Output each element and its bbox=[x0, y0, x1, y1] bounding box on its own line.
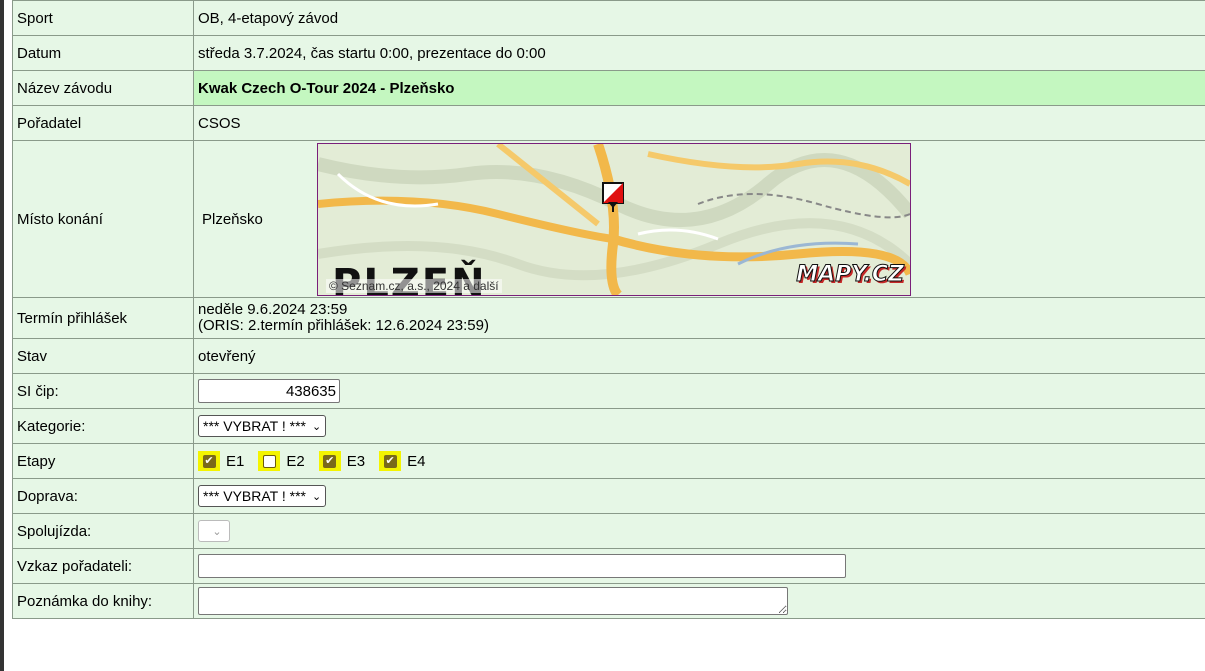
stage-e2-label: E2 bbox=[286, 452, 305, 470]
row-doprava: Doprava: *** VYBRAT ! *** ⌄ bbox=[12, 478, 1205, 514]
vzkaz-label: Vzkaz pořadateli: bbox=[12, 548, 194, 584]
misto-label: Místo konání bbox=[12, 140, 194, 298]
misto-value: Plzeňsko bbox=[202, 210, 263, 228]
row-vzkaz: Vzkaz pořadateli: bbox=[12, 548, 1205, 584]
poznamka-cell bbox=[193, 583, 1205, 619]
row-poznamka: Poznámka do knihy: bbox=[12, 583, 1205, 619]
transport-select-value: *** VYBRAT ! *** bbox=[203, 488, 306, 504]
sicip-cell bbox=[193, 373, 1205, 409]
kategorie-cell: *** VYBRAT ! *** ⌄ bbox=[193, 408, 1205, 444]
nazev-label: Název závodu bbox=[12, 70, 194, 106]
control-flag-icon[interactable] bbox=[602, 181, 624, 216]
chevron-down-icon: ⌄ bbox=[311, 420, 322, 433]
mapy-cz-logo[interactable]: MAPY.CZ bbox=[796, 261, 905, 287]
termin-value-1: neděle 9.6.2024 23:59 bbox=[198, 301, 348, 318]
row-datum: Datum středa 3.7.2024, čas startu 0:00, … bbox=[12, 35, 1205, 71]
empty-box-icon bbox=[262, 454, 276, 468]
transport-select[interactable]: *** VYBRAT ! *** ⌄ bbox=[198, 485, 327, 507]
kategorie-label: Kategorie: bbox=[12, 408, 194, 444]
doprava-cell: *** VYBRAT ! *** ⌄ bbox=[193, 478, 1205, 514]
row-etapy: Etapy ✔ E1 E2 ✔ E3 ✔ E4 bbox=[12, 443, 1205, 479]
category-select-value: *** VYBRAT ! *** bbox=[203, 418, 306, 434]
row-stav: Stav otevřený bbox=[12, 338, 1205, 374]
stage-e4[interactable]: ✔ E4 bbox=[379, 451, 425, 471]
checkbox-e3[interactable]: ✔ bbox=[318, 451, 341, 471]
checkbox-e2[interactable] bbox=[258, 451, 281, 471]
checkbox-e1[interactable]: ✔ bbox=[198, 451, 220, 471]
location-map[interactable]: PLZEŇ © Seznam.cz, a.s., 2024 a další MA… bbox=[317, 142, 911, 296]
stage-e1-label: E1 bbox=[226, 452, 245, 470]
datum-value: středa 3.7.2024, čas startu 0:00, prezen… bbox=[193, 35, 1205, 71]
termin-cell: neděle 9.6.2024 23:59 (ORIS: 2.termín př… bbox=[193, 297, 1205, 339]
termin-label: Termín přihlášek bbox=[12, 297, 194, 339]
etapy-cell: ✔ E1 E2 ✔ E3 ✔ E4 bbox=[193, 443, 1205, 479]
si-chip-input[interactable] bbox=[198, 379, 340, 403]
poradatel-label: Pořadatel bbox=[12, 105, 194, 141]
category-select[interactable]: *** VYBRAT ! *** ⌄ bbox=[198, 415, 327, 437]
check-icon: ✔ bbox=[383, 454, 397, 468]
row-spolujizda: Spolujízda: ⌄ bbox=[12, 513, 1205, 549]
sicip-label: SI čip: bbox=[12, 373, 194, 409]
race-registration-form: Sport OB, 4-etapový závod Datum středa 3… bbox=[12, 0, 1205, 619]
stage-checkboxes: ✔ E1 E2 ✔ E3 ✔ E4 bbox=[198, 451, 1205, 471]
termin-value-2: (ORIS: 2.termín přihlášek: 12.6.2024 23:… bbox=[198, 317, 489, 334]
chevron-down-icon: ⌄ bbox=[311, 490, 322, 503]
stav-label: Stav bbox=[12, 338, 194, 374]
check-icon: ✔ bbox=[323, 454, 337, 468]
misto-wrap: Plzeňsko © Seznam.cz, a.s., 2024 a další… bbox=[198, 142, 1205, 296]
misto-cell: Plzeňsko © Seznam.cz, a.s., 2024 a další… bbox=[193, 140, 1205, 298]
vzkaz-cell bbox=[193, 548, 1205, 584]
row-termin: Termín přihlášek neděle 9.6.2024 23:59 (… bbox=[12, 297, 1205, 339]
book-note-textarea[interactable] bbox=[198, 587, 788, 615]
stav-value: otevřený bbox=[193, 338, 1205, 374]
nazev-value: Kwak Czech O-Tour 2024 - Plzeňsko bbox=[193, 70, 1205, 106]
sport-label: Sport bbox=[12, 0, 194, 36]
poznamka-label: Poznámka do knihy: bbox=[12, 583, 194, 619]
check-icon: ✔ bbox=[202, 454, 216, 468]
datum-label: Datum bbox=[12, 35, 194, 71]
stage-e4-label: E4 bbox=[407, 452, 426, 470]
map-copyright[interactable]: © Seznam.cz, a.s., 2024 a další bbox=[326, 278, 502, 293]
carpool-select[interactable]: ⌄ bbox=[198, 520, 230, 542]
spolujizda-cell: ⌄ bbox=[193, 513, 1205, 549]
row-misto: Místo konání Plzeňsko © Seznam.cz, a.s.,… bbox=[12, 140, 1205, 298]
etapy-label: Etapy bbox=[12, 443, 194, 479]
sport-value: OB, 4-etapový závod bbox=[193, 0, 1205, 36]
stage-e3[interactable]: ✔ E3 bbox=[318, 451, 366, 471]
stage-e3-label: E3 bbox=[346, 452, 366, 470]
row-kategorie: Kategorie: *** VYBRAT ! *** ⌄ bbox=[12, 408, 1205, 444]
row-nazev: Název závodu Kwak Czech O-Tour 2024 - Pl… bbox=[12, 70, 1205, 106]
doprava-label: Doprava: bbox=[12, 478, 194, 514]
spolujizda-label: Spolujízda: bbox=[12, 513, 194, 549]
row-poradatel: Pořadatel CSOS bbox=[12, 105, 1205, 141]
checkbox-e4[interactable]: ✔ bbox=[379, 451, 402, 471]
message-to-organizer-input[interactable] bbox=[198, 554, 846, 578]
row-sport: Sport OB, 4-etapový závod bbox=[12, 0, 1205, 36]
poradatel-value: CSOS bbox=[193, 105, 1205, 141]
stage-e1[interactable]: ✔ E1 bbox=[198, 451, 244, 471]
page-frame: Sport OB, 4-etapový závod Datum středa 3… bbox=[0, 0, 1205, 671]
chevron-down-icon: ⌄ bbox=[212, 525, 222, 538]
row-sicip: SI čip: bbox=[12, 373, 1205, 409]
stage-e2[interactable]: E2 bbox=[258, 451, 305, 471]
